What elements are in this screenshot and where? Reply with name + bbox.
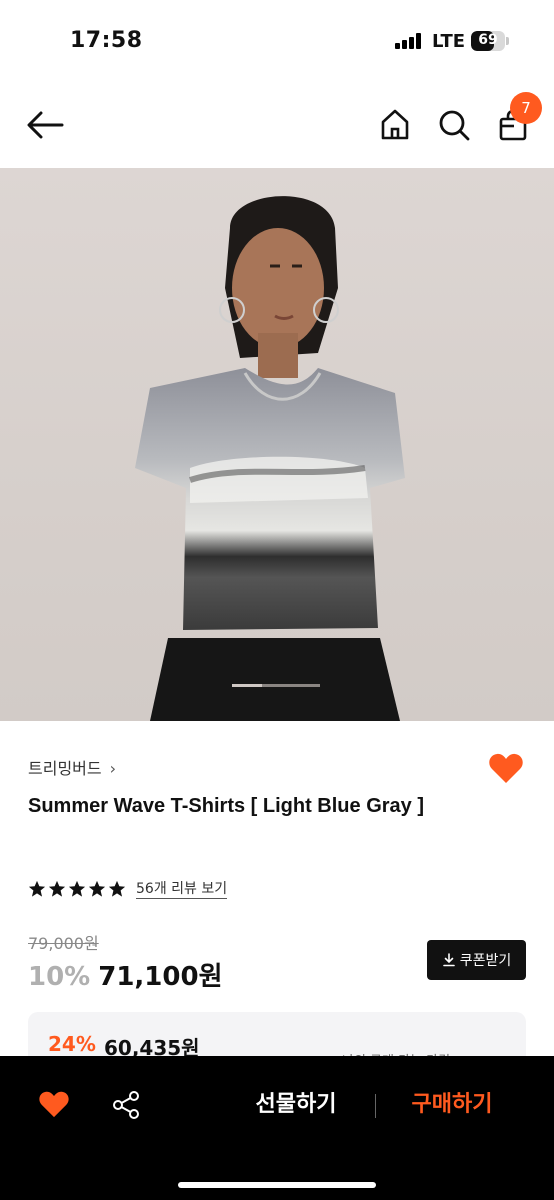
original-price: 79,000원 <box>28 934 99 953</box>
buy-button[interactable]: 구매하기 <box>392 1088 512 1122</box>
signal-icon <box>395 33 423 49</box>
reviews-link[interactable]: 56개 리뷰 보기 <box>136 880 228 899</box>
cart-count-badge: 7 <box>510 92 542 124</box>
share-icon[interactable] <box>110 1089 142 1121</box>
discount-rate: 10% <box>28 962 91 992</box>
brand-link[interactable]: 트리밍버드 › <box>28 755 116 779</box>
download-icon <box>442 953 455 967</box>
coupon-button[interactable]: 쿠폰받기 <box>427 940 526 980</box>
bottom-action-bar: 선물하기 구매하기 <box>0 1056 554 1200</box>
status-bar: 17:58 LTE 69 <box>0 0 554 84</box>
home-icon[interactable] <box>378 108 412 142</box>
carousel-indicator <box>232 684 322 687</box>
battery-icon: 69 <box>471 31 505 51</box>
chevron-right-icon: › <box>109 759 117 778</box>
star-icon <box>28 880 46 897</box>
product-title: Summer Wave T-Shirts [ Light Blue Gray ] <box>28 795 424 817</box>
heart-icon[interactable] <box>38 1090 70 1118</box>
heart-icon[interactable] <box>488 752 524 784</box>
top-navigation: 7 <box>0 84 554 168</box>
sale-price: 71,100원 <box>98 962 223 992</box>
rating-row: 56개 리뷰 보기 <box>28 878 228 900</box>
star-icon <box>108 880 126 897</box>
coupon-label: 쿠폰받기 <box>459 953 512 969</box>
star-rating <box>28 880 126 898</box>
star-icon <box>68 880 86 897</box>
network-label: LTE <box>432 31 466 52</box>
product-image-carousel[interactable] <box>0 168 554 721</box>
star-icon <box>48 880 66 897</box>
price-row: 10% 71,100원 <box>28 956 223 993</box>
battery-cap <box>506 37 509 45</box>
star-icon <box>88 880 106 897</box>
status-time: 17:58 <box>70 28 143 53</box>
brand-name: 트리밍버드 <box>28 759 102 778</box>
divider <box>375 1094 376 1118</box>
product-photo <box>135 196 405 721</box>
battery-level: 69 <box>478 32 498 48</box>
back-arrow-icon[interactable] <box>26 110 64 140</box>
gift-button[interactable]: 선물하기 <box>236 1088 356 1122</box>
best-discount-rate: 24% <box>48 1032 96 1056</box>
search-icon[interactable] <box>437 108 471 142</box>
home-indicator <box>178 1182 376 1188</box>
